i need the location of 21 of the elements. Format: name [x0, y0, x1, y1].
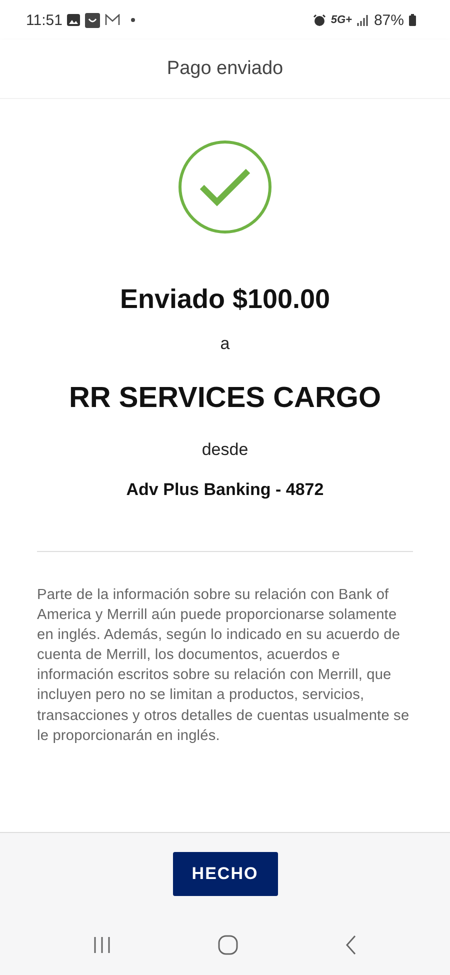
amount-sent: Enviado $100.00	[120, 284, 330, 315]
signal-icon	[356, 14, 369, 26]
image-icon	[67, 14, 80, 26]
account-name: Adv Plus Banking - 4872	[126, 480, 324, 500]
clock-time: 11:51	[26, 12, 62, 28]
connector-text: a	[220, 334, 230, 354]
battery-percent: 87%	[374, 12, 404, 28]
checkmark-circle-icon	[178, 140, 272, 234]
back-icon[interactable]	[344, 935, 357, 955]
disclaimer-text: Parte de la información sobre su relación con Bank of America y Merrill aún puede proporcionarse solamente en inglés. Además, según lo indicado en su acuerdo de cuenta de Merrill, los documentos, acuerdos e información escritos sobre su relación con Merrill, que incluyen pero no se limitan a productos, servicios, transacciones y otros detalles de cuentas usualmente se le proporcionarán en inglés.	[37, 586, 410, 746]
done-button[interactable]: HECHO	[172, 852, 278, 896]
connector-text: desde	[202, 440, 248, 460]
page-title: Pago enviado	[166, 58, 284, 80]
home-icon[interactable]	[218, 935, 238, 955]
recent-apps-icon[interactable]	[93, 936, 112, 954]
recipient-name: RR SERVICES CARGO	[68, 382, 382, 415]
battery-icon	[409, 14, 416, 26]
alarm-icon	[312, 14, 326, 26]
dot-icon	[131, 18, 136, 22]
network-label: 5G+	[330, 14, 352, 26]
mail-icon	[105, 14, 120, 26]
